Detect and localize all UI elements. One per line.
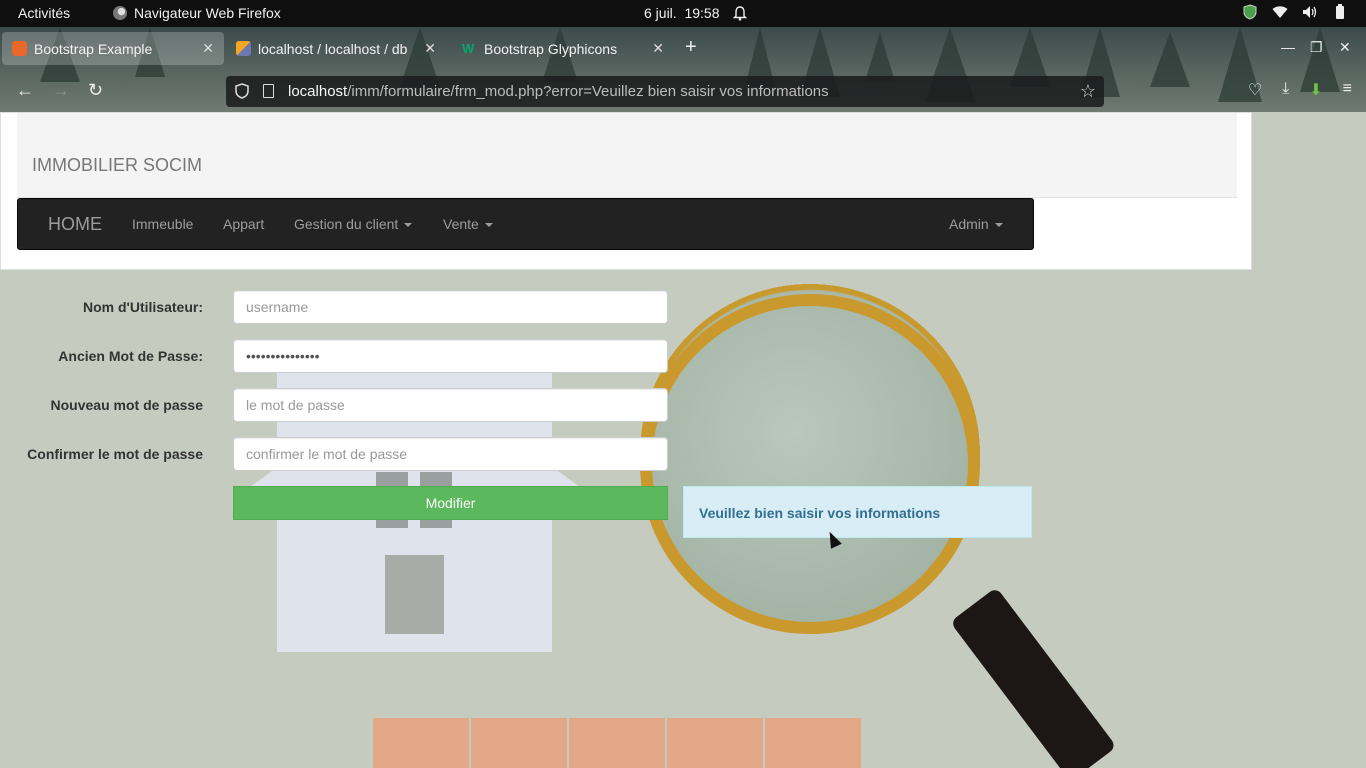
forward-arrow-icon[interactable]: → — [52, 81, 70, 99]
tab-phpmyadmin[interactable]: localhost / localhost / db ✕ — [226, 32, 446, 65]
phpmyadmin-icon — [236, 41, 251, 56]
brand-jumbotron: IMMOBILIER SOCIM — [17, 113, 1237, 198]
main-navbar: HOME Immeuble Appart Gestion du client V… — [17, 198, 1034, 250]
tab-bootstrap-example[interactable]: Bootstrap Example ✕ — [2, 32, 224, 65]
clock-time: 19:58 — [684, 5, 720, 21]
wood-block — [569, 718, 665, 768]
reload-icon[interactable]: ↻ — [88, 81, 103, 99]
tab-label: Bootstrap Glyphicons — [484, 40, 618, 57]
error-alert: Veuillez bien saisir vos informations — [683, 486, 1032, 538]
house-window-image — [376, 472, 408, 486]
app-name: Navigateur Web Firefox — [134, 5, 281, 21]
username-label: Nom d'Utilisateur: — [82, 299, 203, 315]
nav-admin-dropdown[interactable]: Admin — [949, 216, 1003, 232]
tracking-shield-icon[interactable] — [235, 83, 249, 99]
bell-icon — [732, 5, 748, 21]
wifi-icon — [1272, 4, 1288, 20]
navigation-toolbar: ← → ↻ localhost/imm/formulaire/frm_mod.p… — [0, 71, 1366, 112]
tab-bootstrap-glyphicons[interactable]: W Bootstrap Glyphicons ✕ — [452, 32, 674, 65]
tab-strip: Bootstrap Example ✕ localhost / localhos… — [0, 27, 1366, 71]
wood-block — [765, 718, 861, 768]
pocket-icon[interactable]: ♡ — [1248, 80, 1262, 100]
clock-date: 6 juil. — [644, 5, 677, 21]
header-panel: IMMOBILIER SOCIM HOME Immeuble Appart Ge… — [0, 112, 1252, 270]
app-menu[interactable]: Navigateur Web Firefox — [113, 5, 281, 21]
caret-down-icon — [484, 223, 493, 228]
tab-label: Bootstrap Example — [34, 40, 153, 57]
volume-icon — [1302, 4, 1318, 20]
xampp-icon — [12, 41, 27, 56]
magnifier-lens-image — [640, 294, 980, 634]
wood-block — [471, 718, 567, 768]
house-window-image — [420, 472, 452, 486]
magnifier-handle-image — [950, 587, 1117, 768]
site-brand: IMMOBILIER SOCIM — [32, 155, 203, 175]
close-tab-icon[interactable]: ✕ — [202, 40, 214, 57]
url-path: /imm/formulaire/frm_mod.php?error=Veuill… — [347, 83, 829, 100]
confirm-password-label: Confirmer le mot de passe — [27, 446, 203, 462]
hamburger-menu-icon[interactable]: ≡ — [1343, 80, 1352, 100]
firefox-icon — [113, 6, 127, 20]
old-password-label: Ancien Mot de Passe: — [58, 348, 203, 364]
close-tab-icon[interactable]: ✕ — [424, 40, 436, 57]
nav-admin-label: Admin — [949, 216, 989, 232]
back-arrow-icon[interactable]: ← — [16, 81, 34, 99]
wood-block — [667, 718, 763, 768]
activities-button[interactable]: Activités — [18, 5, 70, 21]
new-password-input[interactable] — [233, 388, 668, 422]
address-bar[interactable]: localhost/imm/formulaire/frm_mod.php?err… — [226, 76, 1104, 107]
modifier-button[interactable]: Modifier — [233, 486, 668, 520]
nav-immeuble-link[interactable]: Immeuble — [132, 216, 193, 232]
nav-gestion-client-dropdown[interactable]: Gestion du client — [294, 216, 413, 232]
caret-down-icon — [994, 223, 1003, 228]
wooden-blocks-image — [373, 718, 861, 768]
extension-icon[interactable]: ⬇ — [1309, 80, 1322, 100]
old-password-input[interactable] — [233, 339, 668, 373]
url-host: localhost — [288, 83, 348, 100]
username-input[interactable] — [233, 290, 668, 324]
clock[interactable]: 6 juil. 19:58 — [644, 5, 748, 21]
close-window-icon[interactable]: ✕ — [1339, 39, 1351, 56]
restore-icon[interactable]: ❐ — [1310, 39, 1323, 56]
nav-vente-dropdown[interactable]: Vente — [443, 216, 493, 232]
system-top-bar: Activités Navigateur Web Firefox 6 juil.… — [0, 0, 1366, 27]
nav-appart-link[interactable]: Appart — [223, 216, 264, 232]
page-content: IMMOBILIER SOCIM HOME Immeuble Appart Ge… — [0, 112, 1366, 768]
system-status-area[interactable] — [1242, 4, 1348, 20]
nav-gestion-client-label: Gestion du client — [294, 216, 399, 232]
downloads-icon[interactable]: ⤓ — [1282, 80, 1289, 100]
new-password-label: Nouveau mot de passe — [50, 397, 204, 413]
wood-block — [373, 718, 469, 768]
toolbar-right-icons: ♡ ⤓ ⬇ ≡ — [1248, 80, 1352, 100]
bookmark-star-icon[interactable]: ☆ — [1080, 81, 1096, 102]
browser-chrome: Bootstrap Example ✕ localhost / localhos… — [0, 27, 1366, 112]
url-text: localhost/imm/formulaire/frm_mod.php?err… — [288, 83, 829, 100]
battery-icon — [1332, 4, 1348, 20]
nav-home-link[interactable]: HOME — [48, 214, 102, 235]
house-door-image — [382, 552, 447, 637]
caret-down-icon — [404, 223, 413, 228]
nav-vente-label: Vente — [443, 216, 479, 232]
tab-label: localhost / localhost / db — [258, 40, 408, 57]
page-info-icon[interactable] — [263, 84, 274, 98]
new-tab-button[interactable]: + — [685, 37, 697, 57]
w3schools-icon: W — [462, 41, 475, 56]
close-tab-icon[interactable]: ✕ — [652, 40, 664, 57]
confirm-password-input[interactable] — [233, 437, 668, 471]
minimize-icon[interactable]: — — [1281, 39, 1295, 55]
shield-status-icon — [1242, 4, 1258, 20]
